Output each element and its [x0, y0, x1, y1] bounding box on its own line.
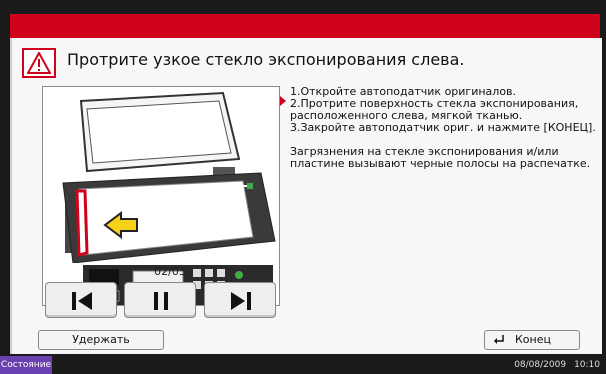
next-step-button[interactable] — [204, 282, 276, 318]
step-3-text: 3.Закройте автоподатчик ориг. и нажмите … — [290, 121, 596, 134]
message-panel: Протрите узкое стекло экспонирования сле… — [10, 38, 602, 354]
first-step-button[interactable] — [45, 282, 117, 318]
pause-button[interactable] — [124, 282, 196, 318]
current-step-marker — [280, 96, 286, 106]
instruction-text: 1.Откройте автоподатчик оригиналов. 2.Пр… — [290, 86, 596, 170]
enter-icon — [494, 335, 504, 344]
page-title: Протрите узкое стекло экспонирования сле… — [67, 50, 465, 69]
date-text: 08/08/2009 — [514, 360, 567, 370]
pause-icon — [154, 292, 168, 310]
alert-header-bar — [10, 14, 600, 38]
datetime: 08/08/2009 10:10 — [514, 356, 600, 374]
skip-to-end-icon — [231, 292, 251, 310]
warning-triangle-icon — [22, 48, 56, 78]
device-frame: Протрите узкое стекло экспонирования сле… — [0, 0, 606, 374]
status-button[interactable]: Состояние — [0, 356, 52, 374]
status-bar: Состояние 08/08/2009 10:10 — [0, 356, 606, 374]
note-line-2: пластине вызывают черные полосы на распе… — [290, 157, 591, 170]
time-text: 10:10 — [574, 360, 600, 370]
end-button-label: Конец — [515, 333, 551, 346]
hold-button[interactable]: Удержать — [38, 330, 164, 350]
step-counter: 02/03 — [154, 265, 186, 278]
skip-to-start-icon — [72, 292, 92, 310]
end-button[interactable]: Конец — [484, 330, 580, 350]
